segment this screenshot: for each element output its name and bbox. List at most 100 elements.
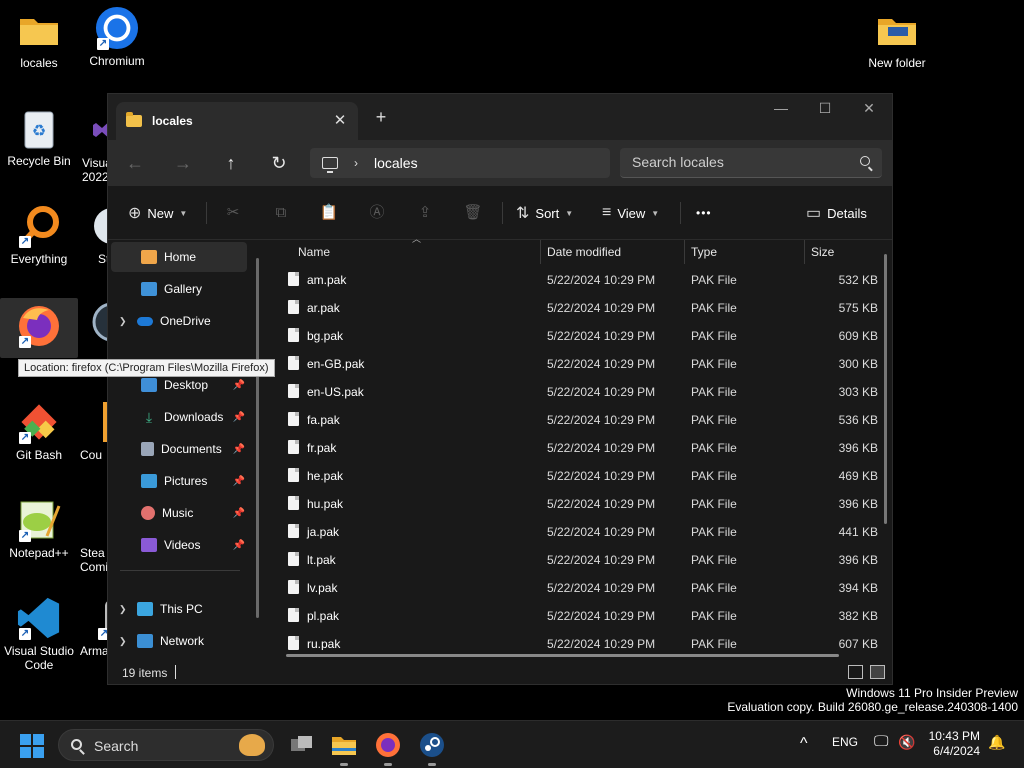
desktop-icon-partial-5[interactable]: Cou [78,400,108,462]
file-type: PAK File [691,609,737,623]
title-bar[interactable]: locales ✕ + — ☐ ✕ [108,94,892,140]
file-list[interactable]: ︿ Name Date modified Type Size am.pak 5/2… [268,234,892,660]
chevron-right-icon[interactable]: ❯ [119,604,133,615]
more-options-button[interactable]: ••• [696,200,712,226]
sidebar-item-downloads[interactable]: ⤓ Downloads 📌 [111,402,247,432]
table-row[interactable]: pl.pak 5/22/2024 10:29 PM PAK File 382 KB [282,602,878,630]
pin-icon[interactable]: 📌 [233,540,245,551]
table-row[interactable]: lt.pak 5/22/2024 10:29 PM PAK File 396 KB [282,546,878,574]
sidebar-item-onedrive[interactable]: ❯ OneDrive [111,306,247,336]
table-row[interactable]: bg.pak 5/22/2024 10:29 PM PAK File 609 KB [282,322,878,350]
search-box[interactable] [620,148,882,178]
rename-icon[interactable]: Ⓐ [364,200,390,226]
table-row[interactable]: lv.pak 5/22/2024 10:29 PM PAK File 394 KB [282,574,878,602]
table-row[interactable]: am.pak 5/22/2024 10:29 PM PAK File 532 KB [282,266,878,294]
start-button[interactable] [20,734,44,758]
volume-muted-icon[interactable]: 🔇 [898,734,915,751]
desktop-icon-recycle-bin[interactable]: ♻ Recycle Bin [0,106,78,168]
new-tab-button[interactable]: + [370,106,392,128]
desktop-icon-new-folder[interactable]: New folder [858,8,936,70]
copy-icon[interactable]: ⧉ [268,200,294,226]
sort-button[interactable]: ⇅ Sort ▼ [516,200,573,226]
taskbar-firefox[interactable] [372,729,404,766]
breadcrumb-locales[interactable]: locales [374,155,418,171]
pin-icon[interactable]: 📌 [233,508,245,519]
sidebar-item-videos[interactable]: Videos 📌 [111,530,247,560]
sidebar-item-network[interactable]: ❯ Network [111,626,247,656]
taskbar-file-explorer[interactable] [328,729,360,766]
table-row[interactable]: fa.pak 5/22/2024 10:29 PM PAK File 536 KB [282,406,878,434]
desktop-icon-partial-4[interactable] [78,300,108,344]
file-explorer-window[interactable]: locales ✕ + — ☐ ✕ ← → ↑ ↻ › locales ⊕ Ne… [107,93,893,685]
taskbar-search[interactable]: Search [58,729,274,761]
sidebar-item-home[interactable]: Home [111,242,247,272]
share-icon[interactable]: ⇪ [412,200,438,226]
sidebar-item-music[interactable]: Music 📌 [111,498,247,528]
network-icon[interactable]: 🖵 [874,733,888,750]
paste-icon[interactable]: 📋 [316,200,342,226]
forward-button[interactable]: → [168,150,198,176]
details-pane-button[interactable]: ▭ Details [806,200,867,226]
desktop-icon-git-bash[interactable]: ↗ Git Bash [0,400,78,462]
desktop-icon-label-partial: Stea Comi [80,546,108,574]
desktop-icon-chromium[interactable]: ↗ Chromium [78,6,156,68]
large-icons-view-icon[interactable] [870,665,885,679]
refresh-button[interactable]: ↻ [264,150,294,176]
sidebar-item-this-pc[interactable]: ❯ This PC [111,594,247,624]
table-row[interactable]: hu.pak 5/22/2024 10:29 PM PAK File 396 KB [282,490,878,518]
cut-icon[interactable]: ✂ [220,200,246,226]
sidebar-scrollbar[interactable] [256,258,259,618]
show-hidden-icons-button[interactable]: ^ [800,735,808,753]
windows-logo-icon [20,747,31,758]
file-type: PAK File [691,329,737,343]
chevron-right-icon[interactable]: ❯ [119,316,133,327]
delete-icon[interactable]: 🗑 [460,200,486,226]
desktop-icon-partial-6[interactable]: Stea Comi [78,498,108,574]
sidebar-item-gallery[interactable]: Gallery [111,274,247,304]
desktop-icon-locales[interactable]: locales [0,8,78,70]
desktop-icon-everything[interactable]: ↗ Everything [0,204,78,266]
windows-logo-icon [33,747,44,758]
sidebar-item-documents[interactable]: Documents 📌 [111,434,247,464]
desktop-icon-partial-7[interactable]: ↗ Arma [78,596,108,658]
desktop-icon-firefox[interactable]: ↗ [0,298,78,358]
tab-locales[interactable]: locales ✕ [116,102,358,140]
pin-icon[interactable]: 📌 [233,412,245,423]
language-indicator[interactable]: ENG [832,735,858,749]
table-row[interactable]: ar.pak 5/22/2024 10:29 PM PAK File 575 KB [282,294,878,322]
view-button[interactable]: ≡ View ▼ [602,200,659,226]
new-button[interactable]: ⊕ New ▼ [128,200,187,226]
horizontal-scrollbar[interactable] [286,654,839,657]
navigation-pane[interactable]: Home Gallery ❯ OneDrive Desktop 📌 ⤓ Down… [108,240,260,660]
table-row[interactable]: ru.pak 5/22/2024 10:29 PM PAK File 607 KB [282,630,878,650]
chevron-right-icon[interactable]: › [354,156,358,170]
desktop-icon-visual-studio[interactable]: Visua2022 [78,108,108,184]
tab-close-icon[interactable]: ✕ [330,111,350,131]
taskbar-steam[interactable] [416,729,448,766]
desktop-icon-notepadpp[interactable]: ↗ Notepad++ [0,498,78,560]
search-input[interactable] [632,154,852,170]
table-row[interactable]: fr.pak 5/22/2024 10:29 PM PAK File 396 KB [282,434,878,462]
maximize-button[interactable]: ☐ [802,94,848,124]
sidebar-item-pictures[interactable]: Pictures 📌 [111,466,247,496]
minimize-button[interactable]: — [758,94,804,124]
pin-icon[interactable]: 📌 [233,444,245,455]
task-view-button[interactable] [286,729,318,761]
address-bar[interactable]: › locales [310,148,610,178]
close-button[interactable]: ✕ [846,94,892,124]
system-clock[interactable]: 10:43 PM 6/4/2024 [926,729,980,759]
pin-icon[interactable]: 📌 [233,476,245,487]
table-row[interactable]: en-US.pak 5/22/2024 10:29 PM PAK File 303 K… [282,378,878,406]
vertical-scrollbar[interactable] [884,254,887,524]
pin-icon[interactable]: 📌 [233,380,245,391]
desktop-icon-steam-partial[interactable]: St [78,204,108,266]
details-view-icon[interactable] [848,665,863,679]
desktop-icon-vscode[interactable]: ↗ Visual Studio Code [0,596,78,672]
chevron-right-icon[interactable]: ❯ [119,636,133,647]
back-button[interactable]: ← [120,150,150,176]
up-button[interactable]: ↑ [216,150,246,176]
notification-bell-icon[interactable]: 🔔 [988,734,1005,751]
table-row[interactable]: he.pak 5/22/2024 10:29 PM PAK File 469 KB [282,462,878,490]
table-row[interactable]: en-GB.pak 5/22/2024 10:29 PM PAK File 300 K… [282,350,878,378]
table-row[interactable]: ja.pak 5/22/2024 10:29 PM PAK File 441 KB [282,518,878,546]
